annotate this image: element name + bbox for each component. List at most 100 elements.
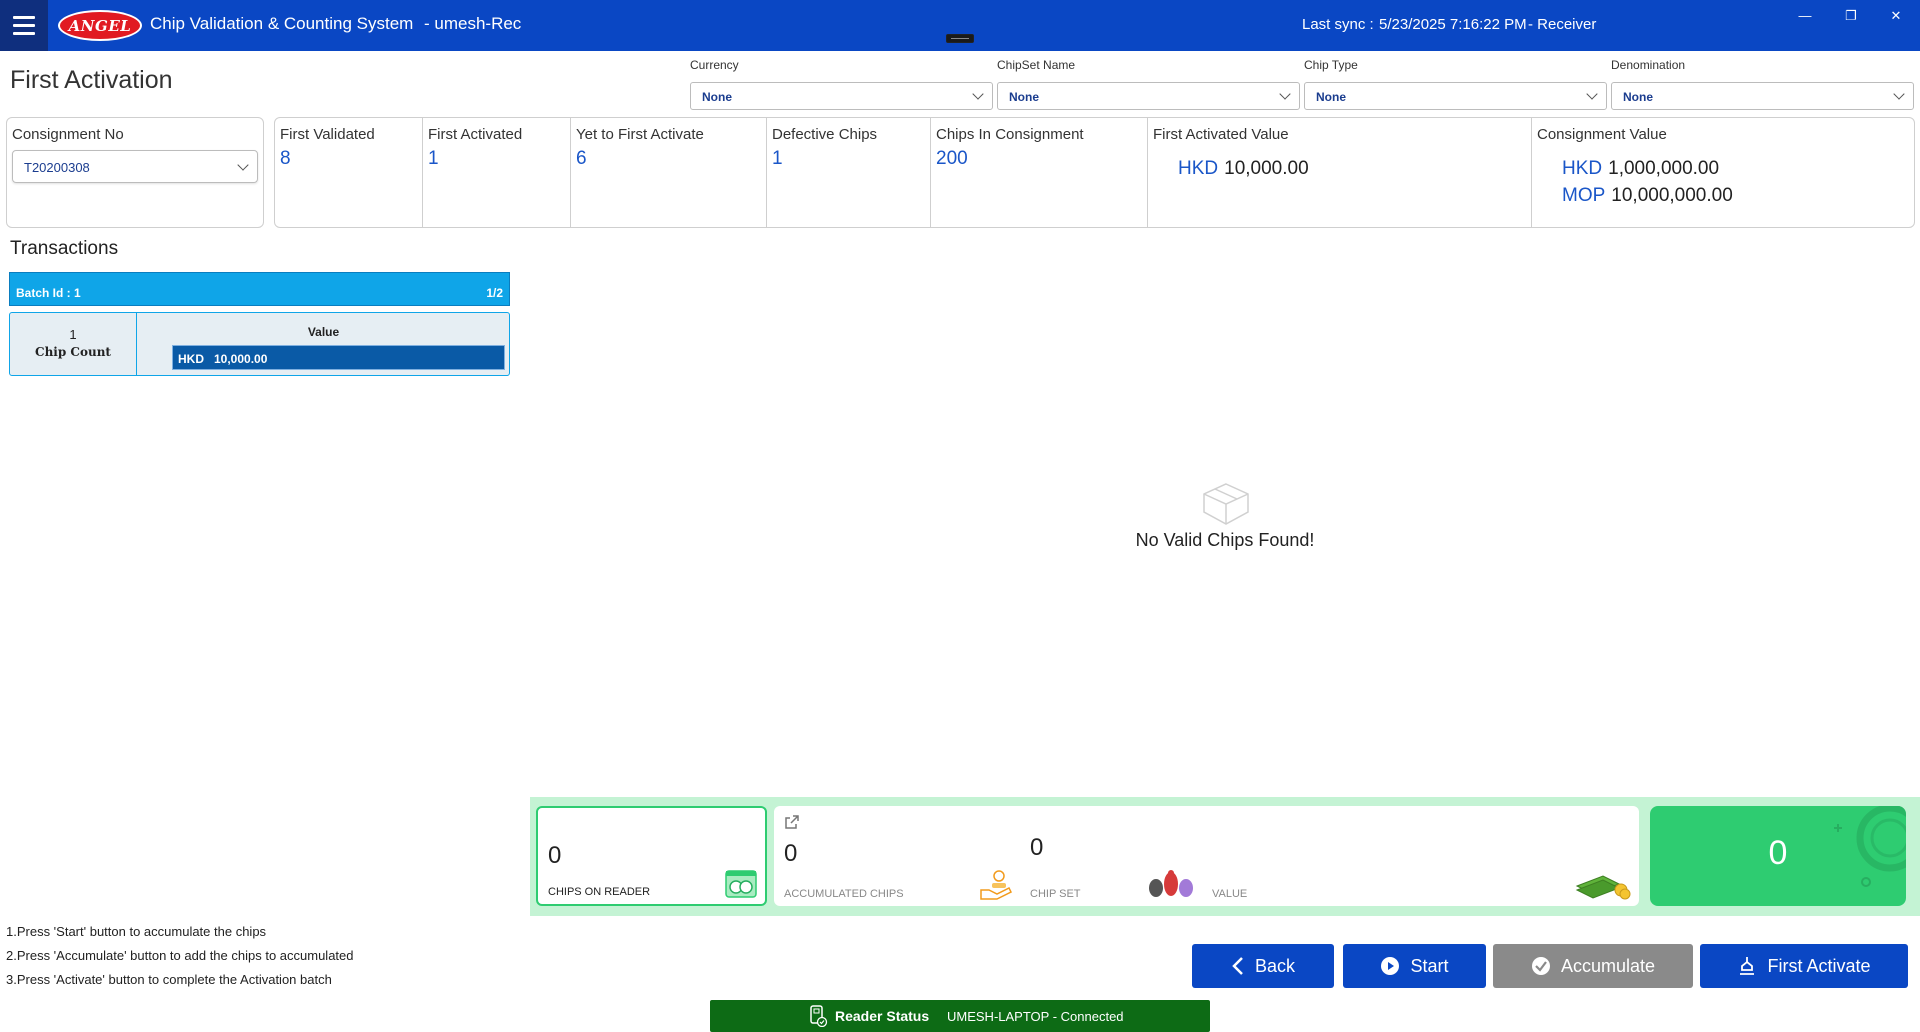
currency-code: MOP [1562,185,1606,206]
consignment-value: T20200308 [24,160,90,175]
chipset-label: ChipSet Name [997,58,1076,72]
stat-label: Defective Chips [772,126,878,143]
chip-count-label: Chip Count [35,345,111,359]
accumulate-button[interactable]: Accumulate [1493,944,1693,988]
play-icon [1381,957,1400,975]
amount: 10,000,000.00 [1611,185,1733,206]
reader-device-icon [810,1005,828,1027]
reader-status-value: UMESH-LAPTOP - Connected [947,1009,1124,1024]
batch-page-indicator: 1/2 [486,286,503,300]
currency-select[interactable]: None [690,82,993,110]
hamburger-icon-line [13,32,35,35]
last-sync-label: Last sync : [1302,16,1374,33]
value-bar: HKD 10,000.00 [172,345,505,370]
chip-type-label: Chip Type [1304,58,1358,72]
close-button[interactable]: ✕ [1881,6,1911,26]
value-box: VALUE [1202,806,1639,906]
currency-filter: Currency None [690,58,993,110]
logo-text: ANGEL [68,16,132,35]
stat-value: 200 [936,148,968,169]
first-activate-button[interactable]: First Activate [1700,944,1908,988]
amount: 10,000.00 [1224,158,1309,179]
reader-status-title: Reader Status [835,1008,930,1024]
drag-handle-icon[interactable] [946,34,974,43]
back-button[interactable]: Back [1192,944,1334,988]
value-header: Value [307,325,340,339]
amount: 1,000,000.00 [1608,158,1720,179]
currency-code: HKD [1178,158,1219,179]
stat-label: First Validated [280,126,375,143]
batch-id: Batch Id : 1 [16,286,81,300]
money-stack-icon [1575,875,1631,900]
chevron-left-icon [1232,957,1243,975]
value-label: VALUE [1212,888,1248,900]
accumulate-button-label: Accumulate [1560,955,1656,976]
stat-label: Chips In Consignment [936,126,1084,143]
stat-in-consignment: Chips In Consignment 200 [931,118,1148,227]
hamburger-icon-line [13,24,35,27]
value-amount: 10,000.00 [214,352,268,366]
start-button-label: Start [1410,955,1449,976]
stat-label: Yet to First Activate [576,126,704,143]
stat-value: 1 [772,148,783,169]
chip-count-value: 1 [69,327,77,342]
app-user: - umesh-Rec [424,14,522,33]
hamburger-icon [13,16,35,19]
consignment-card: Consignment No T20200308 [6,117,264,228]
user-role: - Receiver [1528,16,1597,33]
instruction-line: 2.Press 'Accumulate' button to add the c… [6,948,354,963]
chip-type-value: None [1316,90,1346,104]
batch-row[interactable]: 1 Chip Count Value HKD 10,000.00 [9,312,510,376]
chipset-select[interactable]: None [997,82,1300,110]
menu-button[interactable] [0,0,48,51]
denomination-filter: Denomination None [1611,58,1914,110]
stat-label: Consignment Value [1537,126,1667,143]
activate-icon [1740,957,1755,975]
chevron-down-icon [1279,88,1291,100]
instruction-line: 1.Press 'Start' button to accumulate the… [6,924,267,939]
chip-type-select[interactable]: None [1304,82,1607,110]
total-value: 0 [1768,834,1788,872]
value-currency: HKD [178,352,204,366]
stat-value: 1 [428,148,439,169]
angel-logo: ANGEL [58,10,142,41]
stat-consignment-value: Consignment Value HKD 1,000,000.00 MOP 10,… [1532,118,1914,227]
chevron-down-icon [1586,88,1598,100]
external-link-icon[interactable] [784,814,800,830]
money-row: HKD 10,000.00 [1178,158,1309,180]
stat-label: First Activated [428,126,523,143]
start-button[interactable]: Start [1343,944,1486,988]
denomination-select[interactable]: None [1611,82,1914,110]
reader-status-bar: Reader Status UMESH-LAPTOP - Connected [710,1000,1210,1032]
accumulated-chips-label: ACCUMULATED CHIPS [784,888,904,900]
stat-value: 8 [280,148,291,169]
check-circle-icon [1531,957,1550,975]
currency-label: Currency [690,58,739,72]
title-bar: ANGEL Chip Validation & Counting System … [0,0,1920,51]
total-box: 0 [1650,806,1906,906]
app-title: Chip Validation & Counting System [150,14,414,33]
minimize-button[interactable]: — [1790,6,1820,26]
stat-first-activated-value: First Activated Value HKD 10,000.00 [1148,118,1532,227]
empty-state-text: No Valid Chips Found! [1135,530,1315,550]
stats-card: First Validated 8 First Activated 1 Yet … [274,117,1915,228]
chip-type-filter: Chip Type None [1304,58,1607,110]
chips-on-reader-label: CHIPS ON READER [548,886,651,898]
chip-set-label: CHIP SET [1030,888,1081,900]
back-button-label: Back [1254,955,1296,976]
chip-set-icon [1149,870,1193,897]
restore-button[interactable]: ❐ [1836,6,1866,26]
transactions-title: Transactions [10,238,119,259]
empty-box-icon [1203,483,1249,525]
consignment-select[interactable]: T20200308 [12,150,258,183]
batch-header[interactable]: Batch Id : 1 1/2 [9,272,510,306]
chip-set-box: 0 CHIP SET [1020,806,1203,906]
chip-set-value: 0 [1030,834,1044,861]
money-row: HKD 1,000,000.00 [1562,158,1719,180]
chips-on-reader-box: 0 CHIPS ON READER [536,806,767,906]
chip-count-cell: 1 Chip Count [10,313,137,375]
page-title: First Activation [10,66,173,94]
chipset-filter: ChipSet Name None [997,58,1300,110]
accumulated-chips-box: 0 ACCUMULATED CHIPS [774,806,1022,906]
denomination-value: None [1623,90,1653,104]
